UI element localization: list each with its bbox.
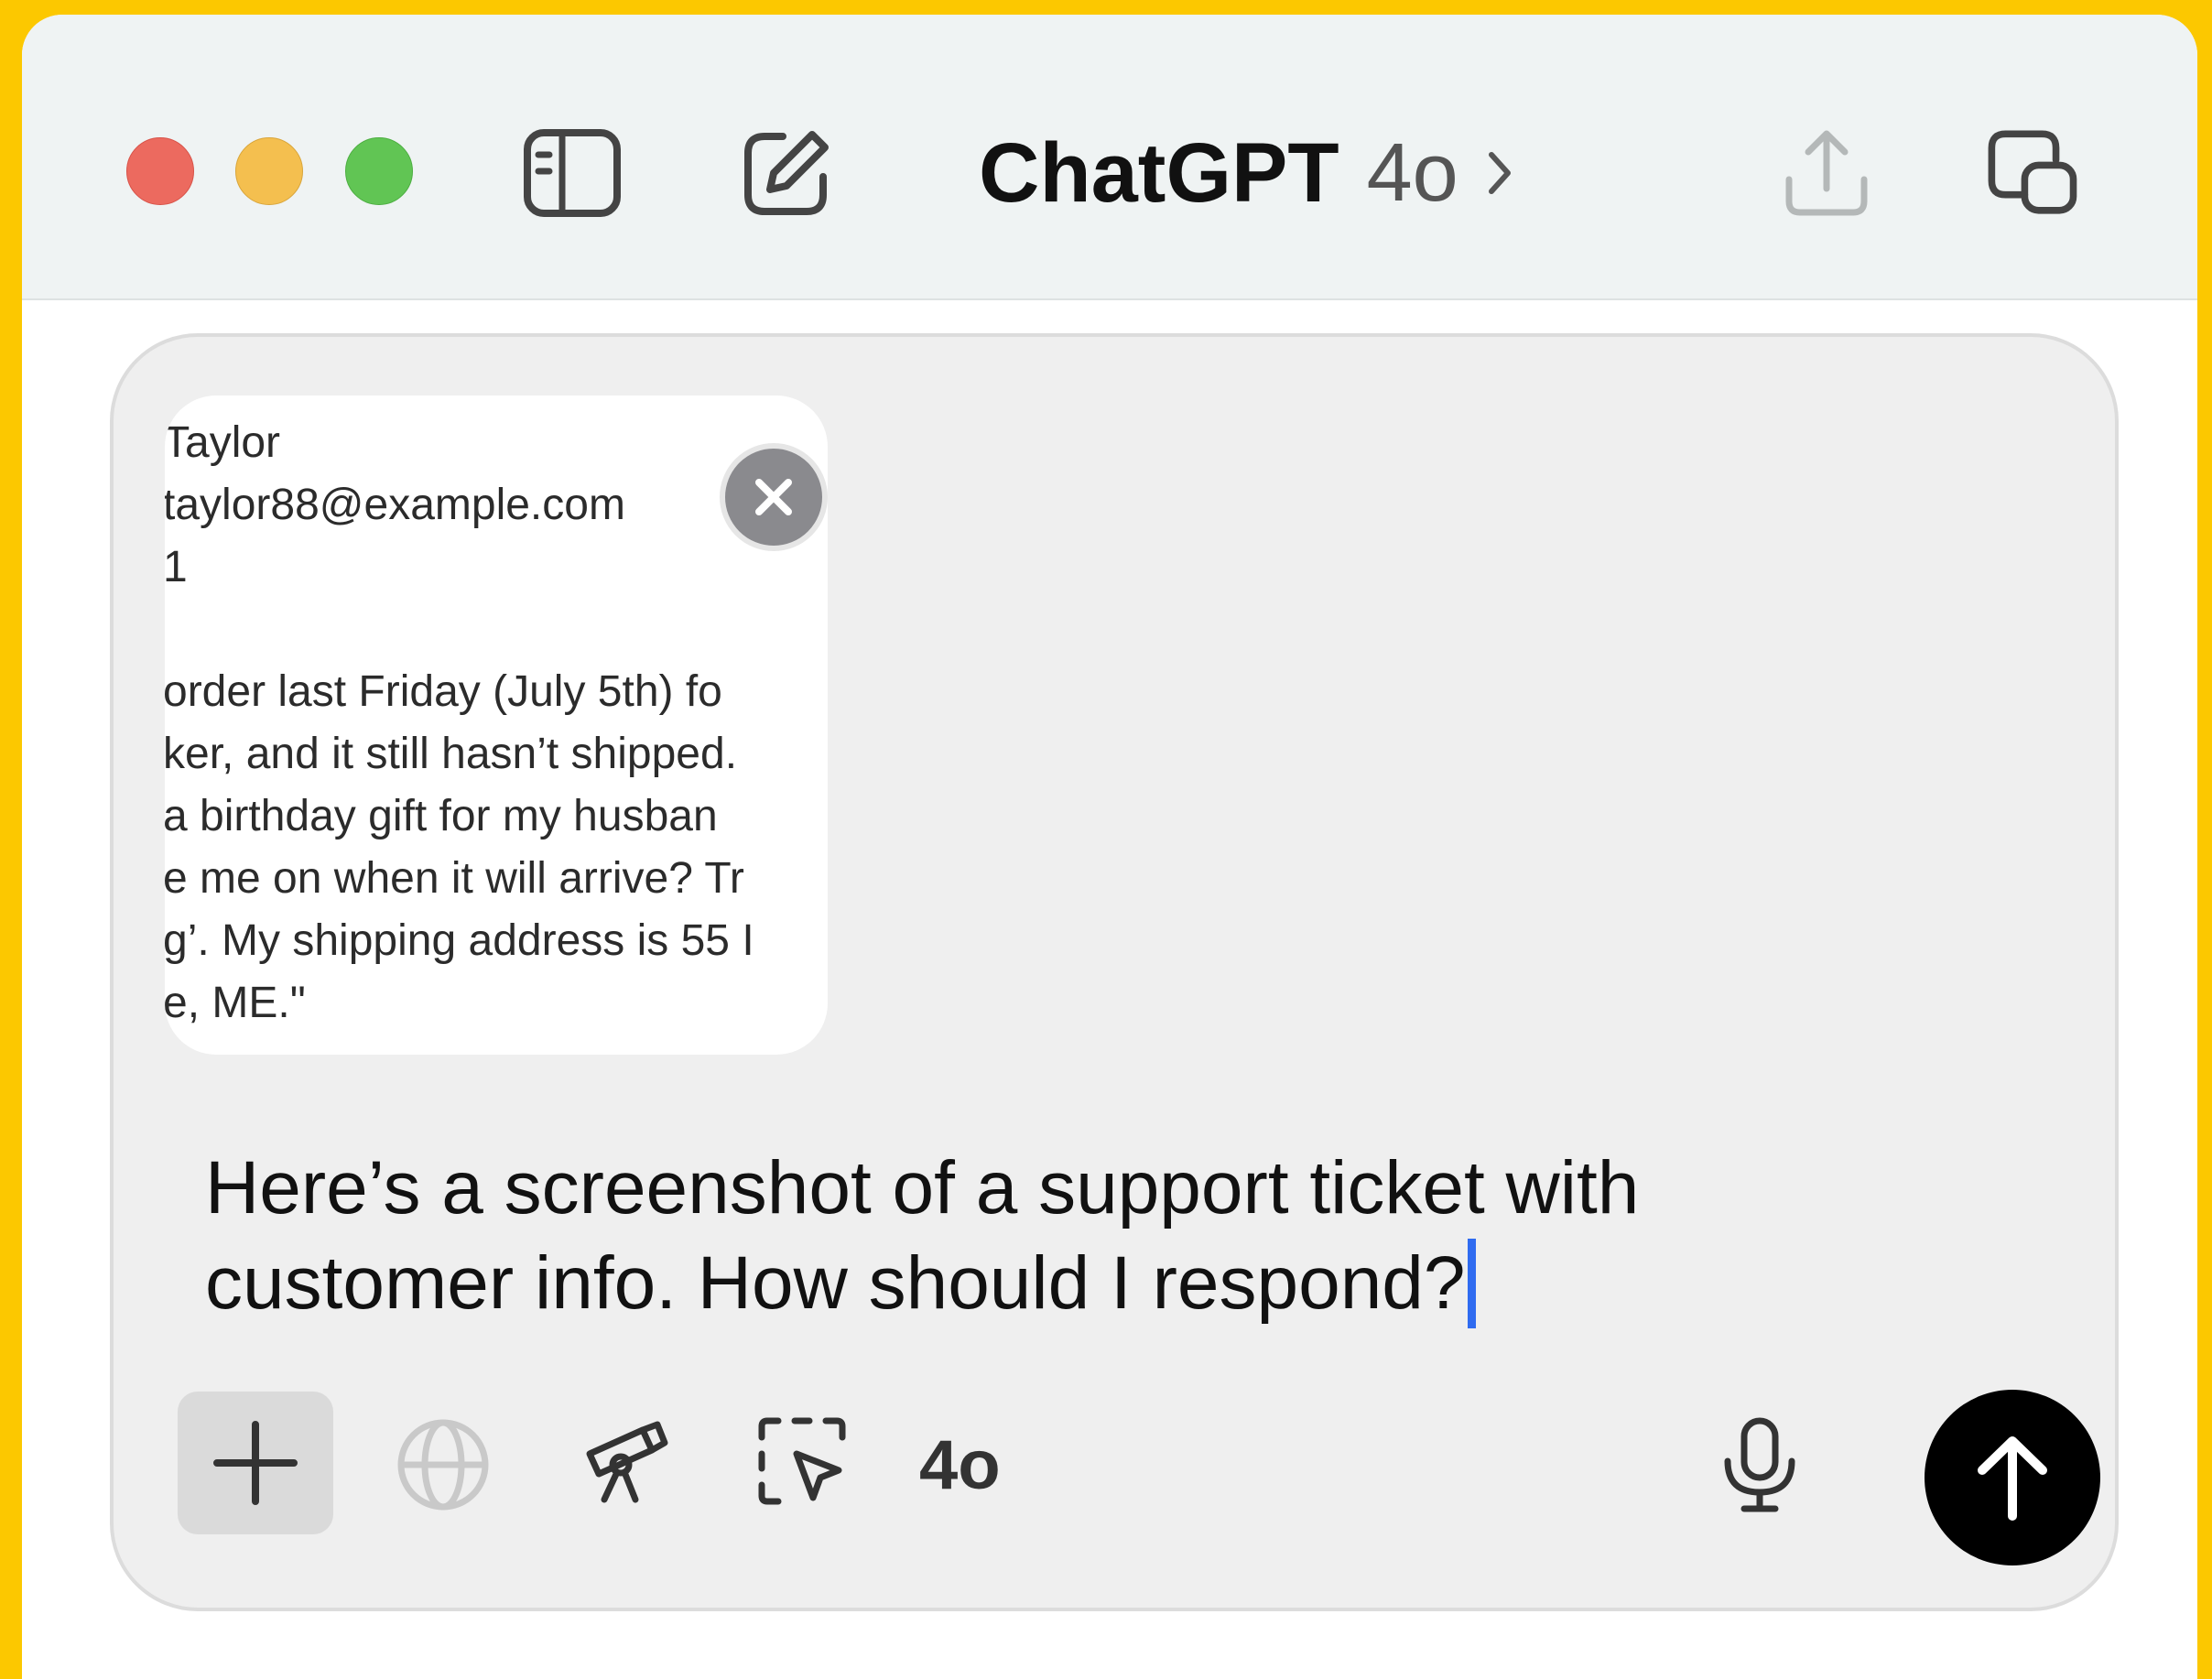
attachment-thumbnail[interactable]: Taylor taylor88@example.com 1 order last… xyxy=(165,395,828,1055)
sidebar-toggle-button[interactable] xyxy=(522,123,623,223)
minimize-window-button[interactable] xyxy=(235,137,303,205)
chatgpt-window: ChatGPT 4o Taylor taylor88@example.com 1… xyxy=(22,15,2197,1679)
plus-icon xyxy=(213,1421,298,1505)
attachment-line: a birthday gift for my husban xyxy=(165,792,718,840)
attachment-line: 1 xyxy=(165,543,188,591)
model-toggle-button[interactable]: 4o xyxy=(919,1410,1001,1520)
attachment-line: g’. My shipping address is 55 I xyxy=(165,916,754,965)
model-name: 4o xyxy=(1366,126,1458,219)
send-button[interactable] xyxy=(1925,1390,2100,1565)
deep-research-button[interactable] xyxy=(565,1406,684,1516)
model-selector[interactable]: ChatGPT 4o xyxy=(979,123,1513,223)
zoom-window-button[interactable] xyxy=(345,137,413,205)
screen-select-button[interactable] xyxy=(743,1406,862,1516)
sidebar-toggle-icon xyxy=(524,129,621,217)
new-chat-button[interactable] xyxy=(736,123,837,223)
share-icon xyxy=(1785,130,1868,216)
telescope-icon xyxy=(586,1421,668,1503)
new-window-button[interactable] xyxy=(1981,123,2082,223)
attachment-line: Taylor xyxy=(165,418,281,467)
globe-icon xyxy=(397,1419,489,1511)
attachment-line: e, ME." xyxy=(165,979,306,1027)
chevron-right-icon xyxy=(1486,146,1513,200)
prompt-line: Here’s a screenshot of a support ticket … xyxy=(205,1146,1640,1229)
new-window-icon xyxy=(1988,130,2077,214)
select-area-icon xyxy=(758,1417,846,1505)
new-chat-icon xyxy=(744,131,829,215)
app-title: ChatGPT xyxy=(979,125,1339,220)
attachment-line: ker, and it still hasn’t shipped. xyxy=(165,730,738,778)
message-composer: Taylor taylor88@example.com 1 order last… xyxy=(110,333,2119,1611)
microphone-icon xyxy=(1724,1417,1795,1512)
prompt-line: customer info. How should I respond? xyxy=(205,1241,1466,1325)
web-search-button[interactable] xyxy=(388,1410,498,1520)
add-attachment-button[interactable] xyxy=(178,1392,333,1534)
text-caret xyxy=(1467,1239,1476,1328)
title-bar: ChatGPT 4o xyxy=(22,15,2197,300)
arrow-up-icon xyxy=(1978,1436,2047,1521)
share-button[interactable] xyxy=(1776,123,1877,223)
remove-attachment-button[interactable] xyxy=(720,443,828,551)
attachment-line: e me on when it will arrive? Tr xyxy=(165,854,744,903)
prompt-input[interactable]: Here’s a screenshot of a support ticket … xyxy=(205,1141,1945,1331)
voice-input-button[interactable] xyxy=(1705,1406,1815,1525)
attachment-line: order last Friday (July 5th) fo xyxy=(165,667,722,716)
close-icon xyxy=(755,479,792,515)
close-window-button[interactable] xyxy=(126,137,194,205)
